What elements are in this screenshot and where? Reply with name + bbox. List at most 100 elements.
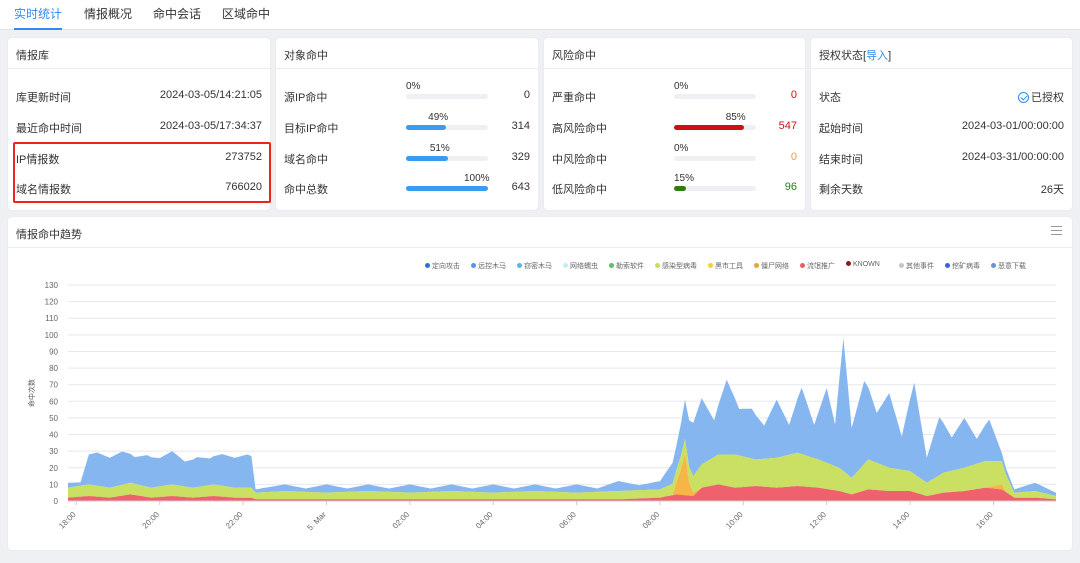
- legend-item-1[interactable]: 远控木马: [471, 261, 506, 271]
- top-tab-bar: 实时统计 情报概况 命中会话 区域命中: [0, 0, 1080, 30]
- license-card: 授权状态[导入] 状态 已授权 起始时间 2024-03-01/00:00:00…: [811, 38, 1072, 210]
- days-left-label: 剩余天数: [819, 184, 863, 196]
- legend-item-11[interactable]: 挖矿病毒: [945, 261, 980, 271]
- license-end-label: 结束时间: [819, 154, 863, 166]
- legend-item-5[interactable]: 感染型病毒: [655, 261, 697, 271]
- legend-dot-icon: [471, 263, 476, 268]
- risk-hit-progress-track-0: [674, 94, 756, 99]
- risk-hit-label-0: 严重命中: [552, 92, 596, 104]
- object-hit-percent-1: 49%: [428, 112, 449, 123]
- legend-dot-icon: [563, 263, 568, 268]
- object-hit-progress-track-2: [406, 156, 488, 161]
- object-hit-percent-3: 100%: [464, 173, 490, 184]
- object-hit-percent-0: 0%: [406, 81, 421, 92]
- object-hit-value-3: 643: [511, 181, 530, 193]
- legend-label: 僵尸网络: [761, 263, 789, 270]
- risk-hit-label-1: 高风险命中: [552, 123, 607, 135]
- db-update-time-label: 库更新时间: [16, 92, 71, 104]
- check-circle-icon: [1018, 92, 1029, 103]
- legend-item-8[interactable]: 流氓推广: [800, 261, 835, 271]
- object-hit-label-1: 目标IP命中: [284, 123, 339, 135]
- import-link[interactable]: 导入: [866, 50, 888, 62]
- risk-hit-progress-track-3: [674, 186, 756, 191]
- legend-label: 恶意下载: [998, 263, 1026, 270]
- legend-dot-icon: [846, 261, 851, 266]
- legend-label: 远控木马: [478, 263, 506, 270]
- object-hit-value-1: 314: [511, 120, 530, 132]
- legend-dot-icon: [609, 263, 614, 268]
- legend-item-10[interactable]: 其他事件: [899, 261, 934, 271]
- legend-dot-icon: [517, 263, 522, 268]
- hamburger-menu-icon[interactable]: [1051, 226, 1062, 235]
- legend-label: 定向攻击: [432, 263, 460, 270]
- risk-hit-label-3: 低风险命中: [552, 184, 607, 196]
- risk-hit-value-3: 96: [784, 181, 797, 193]
- legend-dot-icon: [425, 263, 430, 268]
- license-status-value: 已授权: [1018, 89, 1064, 105]
- legend-dot-icon: [991, 263, 996, 268]
- legend-label: 勒索软件: [616, 263, 644, 270]
- legend-item-7[interactable]: 僵尸网络: [754, 261, 789, 271]
- legend-label: 黑市工具: [715, 263, 743, 270]
- object-hit-progress-fill-1: [406, 125, 447, 130]
- legend-dot-icon: [800, 263, 805, 268]
- chart-legend: 定向攻击 远控木马 窃密木马 网络蠕虫 勒索软件 感染型病毒 黑市工具 僵尸网络 流氓推广 KNO…: [0, 261, 1080, 273]
- legend-label: 挖矿病毒: [952, 263, 980, 270]
- object-hit-value-2: 329: [511, 151, 530, 163]
- object-hit-progress-track-3: [406, 186, 488, 191]
- legend-label: 窃密木马: [524, 263, 552, 270]
- card-header: 情报命中趋势: [8, 217, 1072, 248]
- legend-label: 流氓推广: [807, 263, 835, 270]
- trend-title: 情报命中趋势: [16, 229, 82, 241]
- risk-hit-percent-1: 85%: [725, 112, 746, 123]
- risk-hit-value-1: 547: [778, 120, 797, 132]
- risk-hit-progress-fill-3: [674, 186, 687, 191]
- legend-dot-icon: [945, 263, 950, 268]
- object-hit-progress-fill-3: [406, 186, 488, 191]
- legend-item-6[interactable]: 黑市工具: [708, 261, 743, 271]
- license-title: 授权状态[导入]: [819, 50, 892, 62]
- legend-item-0[interactable]: 定向攻击: [425, 261, 460, 271]
- db-update-time-value: 2024-03-05/14:21:05: [159, 89, 262, 101]
- highlight-box: [13, 142, 271, 203]
- intel-db-title: 情报库: [16, 50, 49, 62]
- legend-item-12[interactable]: 恶意下载: [991, 261, 1026, 271]
- license-start-label: 起始时间: [819, 123, 863, 135]
- legend-item-4[interactable]: 勒索软件: [609, 261, 644, 271]
- license-end-value: 2024-03-31/00:00:00: [961, 151, 1064, 163]
- tab-realtime-stats[interactable]: 实时统计: [14, 0, 63, 30]
- risk-hit-progress-fill-1: [674, 125, 744, 130]
- license-start-value: 2024-03-01/00:00:00: [961, 120, 1064, 132]
- risk-hit-value-0: 0: [790, 89, 797, 101]
- card-header: 对象命中: [276, 38, 538, 69]
- risk-hit-label-2: 中风险命中: [552, 154, 607, 166]
- legend-dot-icon: [655, 263, 660, 268]
- risk-hit-value-2: 0: [790, 151, 797, 163]
- tab-regional-hits[interactable]: 区域命中: [222, 0, 270, 30]
- risk-hit-card: 风险命中 严重命中 0% 0 高风险命中 85% 547 中风险命中 0% 0 低风险命中 15% 9…: [544, 38, 805, 210]
- legend-item-3[interactable]: 网络蠕虫: [563, 261, 598, 271]
- last-hit-time-label: 最近命中时间: [16, 123, 82, 135]
- risk-hit-percent-0: 0%: [674, 81, 689, 92]
- risk-hit-percent-3: 15%: [674, 173, 695, 184]
- tab-intel-overview[interactable]: 情报概况: [84, 0, 132, 30]
- tab-hit-sessions[interactable]: 命中会话: [153, 0, 201, 30]
- legend-label: 感染型病毒: [662, 263, 697, 270]
- object-hit-label-3: 命中总数: [284, 184, 328, 196]
- legend-label: 网络蠕虫: [570, 263, 598, 270]
- object-hit-progress-fill-2: [406, 156, 448, 161]
- legend-item-9[interactable]: KNOWN: [846, 261, 880, 268]
- days-left-value: 26天: [1040, 184, 1064, 196]
- object-hit-progress-track-1: [406, 125, 488, 130]
- object-hit-progress-track-0: [406, 94, 488, 99]
- object-hit-percent-2: 51%: [429, 143, 450, 154]
- object-hit-card: 对象命中 源IP命中 0% 0 目标IP命中 49% 314 域名命中 51% 329 命中总数 1…: [276, 38, 538, 210]
- legend-item-2[interactable]: 窃密木马: [517, 261, 552, 271]
- risk-hit-percent-2: 0%: [674, 143, 689, 154]
- risk-hit-progress-track-2: [674, 156, 756, 161]
- object-hit-value-0: 0: [523, 89, 530, 101]
- object-hit-title: 对象命中: [284, 50, 328, 62]
- last-hit-time-value: 2024-03-05/17:34:37: [159, 120, 262, 132]
- license-title-text: 授权状态: [819, 50, 863, 62]
- risk-hit-title: 风险命中: [552, 50, 596, 62]
